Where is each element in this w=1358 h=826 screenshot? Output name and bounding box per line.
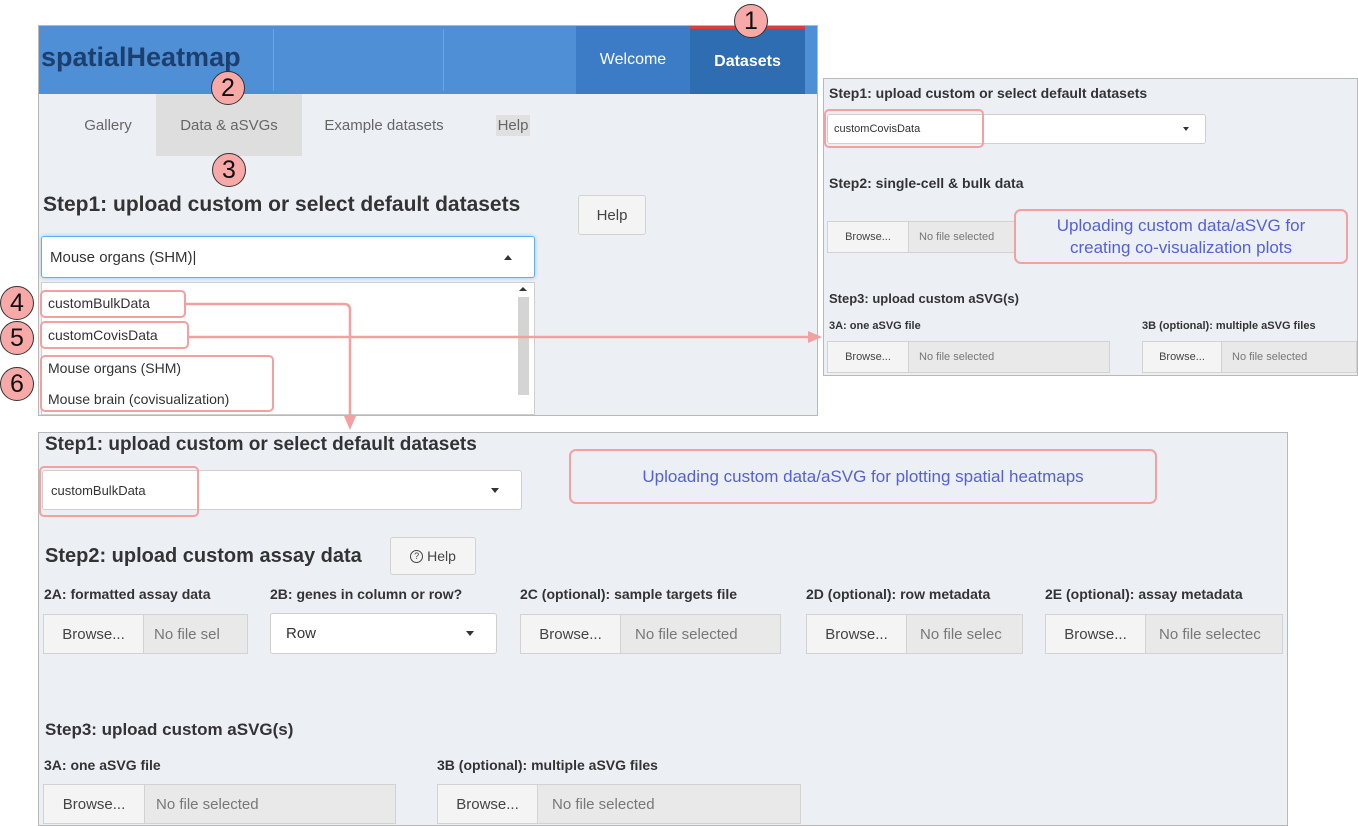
chevron-down-icon (1183, 127, 1189, 131)
bulk-2a-file-label: No file sel (154, 625, 220, 643)
covis-3b-browse-label: Browse... (1159, 351, 1205, 363)
covis-3a-file-label: No file selected (919, 351, 995, 363)
covis-step2-heading: Step2: single-cell & bulk data (829, 175, 1024, 191)
bulk-note: Uploading custom data/aSVG for plotting … (569, 449, 1157, 504)
bulk-2c-file-label: No file selected (635, 625, 738, 643)
chevron-down-icon (491, 488, 499, 493)
bulk-2e-file-field: No file selectec (1145, 614, 1283, 654)
bulk-3a-file-field: No file selected (144, 784, 396, 824)
bulk-step1-heading: Step1: upload custom or select default d… (45, 434, 477, 455)
bulk-2d-browse-label: Browse... (825, 625, 888, 643)
bulk-3a-file-label: No file selected (156, 795, 259, 813)
bulk-3a-browse-label: Browse... (62, 795, 126, 813)
bulk-2c-file-field: No file selected (620, 614, 781, 654)
chevron-down-icon (466, 631, 474, 636)
bulk-2e-file-label: No file selectec (1159, 625, 1261, 643)
bulk-3b-label: 3B (optional): multiple aSVG files (437, 757, 658, 773)
bulk-2d-file-label: No file selec (920, 625, 1002, 643)
question-circle-icon: ? (410, 549, 424, 563)
highlight-bulk-select (39, 466, 199, 517)
label-2d: 2D (optional): row metadata (806, 586, 991, 602)
bulk-2a-browse-button[interactable]: Browse... (43, 614, 144, 654)
bulk-2a-browse-label: Browse... (62, 625, 125, 643)
bulk-note-text: Uploading custom data/aSVG for plotting … (642, 466, 1084, 486)
bulk-2d-file-field: No file selec (906, 614, 1023, 654)
label-2c: 2C (optional): sample targets file (520, 586, 738, 602)
covis-step3-heading: Step3: upload custom aSVG(s) (829, 291, 1019, 306)
bulk-step3-heading: Step3: upload custom aSVG(s) (45, 720, 294, 739)
covis-note: Uploading custom data/aSVG for creating … (1014, 209, 1348, 264)
covis-3b-label: 3B (optional): multiple aSVG files (1142, 320, 1316, 332)
bulk-2c-browse-label: Browse... (539, 625, 602, 643)
genes-orientation-select[interactable]: Row (270, 613, 497, 654)
arrow-bulk (186, 302, 352, 418)
arrow-bulk-head (344, 416, 356, 430)
bulk-3a-label: 3A: one aSVG file (44, 757, 161, 773)
covis-note-text: Uploading custom data/aSVG for creating … (1056, 215, 1306, 257)
label-2e: 2E (optional): assay metadata (1045, 586, 1243, 602)
bulk-step2-heading: Step2: upload custom assay data (45, 545, 362, 567)
covis-step1-heading: Step1: upload custom or select default d… (829, 85, 1148, 101)
bulk-3b-browse-label: Browse... (456, 795, 519, 813)
covis-step2-browse-label: Browse... (845, 231, 891, 243)
bulk-3b-file-field: No file selected (537, 784, 801, 824)
covis-3a-browse-label: Browse... (845, 351, 891, 363)
covis-3a-browse-button[interactable]: Browse... (827, 341, 909, 373)
arrow-covis-head (808, 331, 822, 343)
label-2a: 2A: formatted assay data (44, 586, 211, 602)
bulk-2a-file-field: No file sel (143, 614, 248, 654)
covis-3a-label: 3A: one aSVG file (829, 320, 921, 332)
covis-3b-file-field: No file selected (1221, 341, 1357, 373)
bulk-help-label: Help (427, 548, 456, 564)
bulk-help-button[interactable]: ? Help (390, 537, 476, 575)
label-2b: 2B: genes in column or row? (270, 586, 463, 602)
covis-step2-file-label: No file selected (919, 231, 995, 243)
bulk-2e-browse-button[interactable]: Browse... (1045, 614, 1146, 654)
bulk-2d-browse-button[interactable]: Browse... (806, 614, 907, 654)
bulk-3b-file-label: No file selected (552, 795, 655, 813)
bulk-2c-browse-button[interactable]: Browse... (520, 614, 621, 654)
bulk-2e-browse-label: Browse... (1064, 625, 1127, 643)
covis-3b-browse-button[interactable]: Browse... (1142, 341, 1222, 373)
covis-step2-file-field: No file selected (908, 221, 1018, 253)
covis-3b-file-label: No file selected (1232, 351, 1308, 363)
covis-3a-file-field: No file selected (908, 341, 1110, 373)
bulk-3b-browse-button[interactable]: Browse... (437, 784, 538, 824)
covis-step2-browse-button[interactable]: Browse... (827, 221, 909, 253)
genes-orientation-value: Row (286, 625, 317, 642)
highlight-covis-select (824, 109, 984, 148)
bulk-3a-browse-button[interactable]: Browse... (43, 784, 145, 824)
